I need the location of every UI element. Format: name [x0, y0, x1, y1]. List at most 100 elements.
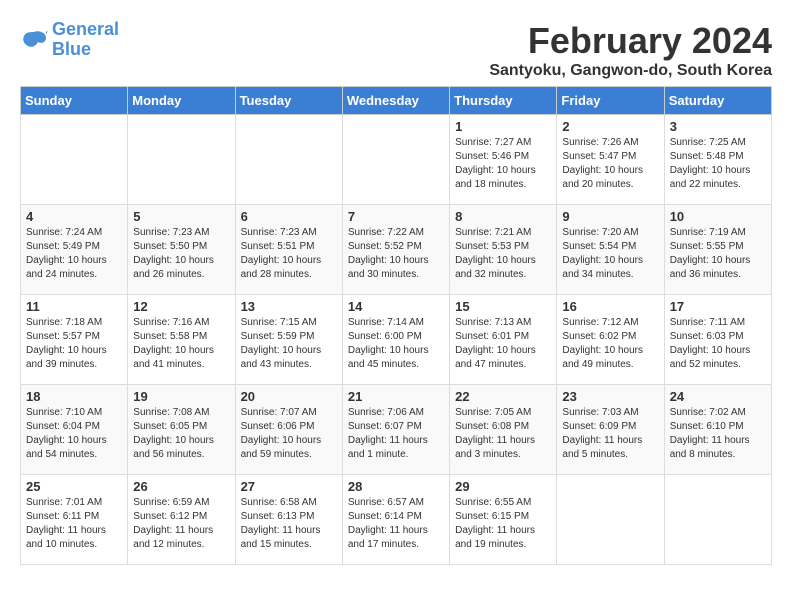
day-info: Sunrise: 7:20 AM Sunset: 5:54 PM Dayligh… [562, 226, 658, 282]
day-info: Sunrise: 7:14 AM Sunset: 6:00 PM Dayligh… [348, 316, 444, 372]
calendar-cell: 25 Sunrise: 7:01 AM Sunset: 6:11 PM Dayli… [21, 475, 128, 565]
day-number: 27 [241, 479, 337, 494]
header-day-wednesday: Wednesday [342, 87, 449, 115]
day-info: Sunrise: 7:15 AM Sunset: 5:59 PM Dayligh… [241, 316, 337, 372]
day-number: 9 [562, 209, 658, 224]
calendar-cell: 16Sunrise: 7:12 AM Sunset: 6:02 PM Dayli… [557, 295, 664, 385]
day-info: Sunrise: 7:02 AM Sunset: 6:10 PM Dayligh… [670, 406, 766, 462]
header-day-saturday: Saturday [664, 87, 771, 115]
header-row: SundayMondayTuesdayWednesdayThursdayFrid… [21, 87, 772, 115]
day-number: 4 [26, 209, 122, 224]
calendar-cell [664, 475, 771, 565]
day-info: Sunrise: 7:16 AM Sunset: 5:58 PM Dayligh… [133, 316, 229, 372]
calendar-cell: 9 Sunrise: 7:20 AM Sunset: 5:54 PM Daylig… [557, 205, 664, 295]
day-info: Sunrise: 7:10 AM Sunset: 6:04 PM Dayligh… [26, 406, 122, 462]
day-number: 24 [670, 389, 766, 404]
day-info: Sunrise: 7:11 AM Sunset: 6:03 PM Dayligh… [670, 316, 766, 372]
day-number: 6 [241, 209, 337, 224]
logo: General Blue [20, 20, 119, 60]
week-row-2: 11Sunrise: 7:18 AM Sunset: 5:57 PM Dayli… [21, 295, 772, 385]
day-info: Sunrise: 7:08 AM Sunset: 6:05 PM Dayligh… [133, 406, 229, 462]
calendar-cell [557, 475, 664, 565]
day-number: 14 [348, 299, 444, 314]
calendar-cell: 14 Sunrise: 7:14 AM Sunset: 6:00 PM Dayli… [342, 295, 449, 385]
day-number: 7 [348, 209, 444, 224]
header-day-friday: Friday [557, 87, 664, 115]
calendar-cell: 23 Sunrise: 7:03 AM Sunset: 6:09 PM Dayli… [557, 385, 664, 475]
calendar-cell: 4 Sunrise: 7:24 AM Sunset: 5:49 PM Daylig… [21, 205, 128, 295]
calendar-cell: 6 Sunrise: 7:23 AM Sunset: 5:51 PM Daylig… [235, 205, 342, 295]
day-info: Sunrise: 7:05 AM Sunset: 6:08 PM Dayligh… [455, 406, 551, 462]
week-row-0: 1 Sunrise: 7:27 AM Sunset: 5:46 PM Daylig… [21, 115, 772, 205]
week-row-4: 25 Sunrise: 7:01 AM Sunset: 6:11 PM Dayli… [21, 475, 772, 565]
calendar-cell: 15Sunrise: 7:13 AM Sunset: 6:01 PM Dayli… [450, 295, 557, 385]
calendar-cell: 12Sunrise: 7:16 AM Sunset: 5:58 PM Dayli… [128, 295, 235, 385]
day-number: 19 [133, 389, 229, 404]
logo-text: General Blue [52, 20, 119, 60]
header-day-thursday: Thursday [450, 87, 557, 115]
day-info: Sunrise: 7:24 AM Sunset: 5:49 PM Dayligh… [26, 226, 122, 282]
calendar-cell: 3 Sunrise: 7:25 AM Sunset: 5:48 PM Daylig… [664, 115, 771, 205]
day-info: Sunrise: 7:03 AM Sunset: 6:09 PM Dayligh… [562, 406, 658, 462]
header: General Blue February 2024 Santyoku, Gan… [20, 20, 772, 80]
day-info: Sunrise: 6:59 AM Sunset: 6:12 PM Dayligh… [133, 496, 229, 552]
calendar-cell: 26 Sunrise: 6:59 AM Sunset: 6:12 PM Dayli… [128, 475, 235, 565]
calendar-cell [342, 115, 449, 205]
calendar-body: 1 Sunrise: 7:27 AM Sunset: 5:46 PM Daylig… [21, 115, 772, 565]
header-day-sunday: Sunday [21, 87, 128, 115]
calendar-cell: 24 Sunrise: 7:02 AM Sunset: 6:10 PM Dayli… [664, 385, 771, 475]
header-day-tuesday: Tuesday [235, 87, 342, 115]
calendar-cell: 22 Sunrise: 7:05 AM Sunset: 6:08 PM Dayli… [450, 385, 557, 475]
day-info: Sunrise: 6:55 AM Sunset: 6:15 PM Dayligh… [455, 496, 551, 552]
calendar-cell: 8Sunrise: 7:21 AM Sunset: 5:53 PM Daylig… [450, 205, 557, 295]
day-info: Sunrise: 7:06 AM Sunset: 6:07 PM Dayligh… [348, 406, 444, 462]
header-day-monday: Monday [128, 87, 235, 115]
day-info: Sunrise: 7:13 AM Sunset: 6:01 PM Dayligh… [455, 316, 551, 372]
day-number: 5 [133, 209, 229, 224]
calendar-cell: 18 Sunrise: 7:10 AM Sunset: 6:04 PM Dayli… [21, 385, 128, 475]
calendar-cell: 17Sunrise: 7:11 AM Sunset: 6:03 PM Dayli… [664, 295, 771, 385]
calendar-cell: 21 Sunrise: 7:06 AM Sunset: 6:07 PM Dayli… [342, 385, 449, 475]
day-number: 2 [562, 119, 658, 134]
calendar-cell: 2 Sunrise: 7:26 AM Sunset: 5:47 PM Daylig… [557, 115, 664, 205]
calendar-cell: 20Sunrise: 7:07 AM Sunset: 6:06 PM Dayli… [235, 385, 342, 475]
day-info: Sunrise: 6:58 AM Sunset: 6:13 PM Dayligh… [241, 496, 337, 552]
subtitle: Santyoku, Gangwon-do, South Korea [489, 62, 772, 80]
day-number: 29 [455, 479, 551, 494]
calendar-cell: 19 Sunrise: 7:08 AM Sunset: 6:05 PM Dayli… [128, 385, 235, 475]
month-title: February 2024 [489, 20, 772, 62]
title-area: February 2024 Santyoku, Gangwon-do, Sout… [489, 20, 772, 80]
logo-icon [20, 28, 48, 52]
day-info: Sunrise: 7:25 AM Sunset: 5:48 PM Dayligh… [670, 136, 766, 192]
calendar-cell: 7 Sunrise: 7:22 AM Sunset: 5:52 PM Daylig… [342, 205, 449, 295]
day-info: Sunrise: 7:23 AM Sunset: 5:51 PM Dayligh… [241, 226, 337, 282]
day-number: 22 [455, 389, 551, 404]
week-row-3: 18 Sunrise: 7:10 AM Sunset: 6:04 PM Dayli… [21, 385, 772, 475]
calendar-cell [21, 115, 128, 205]
day-number: 11 [26, 299, 122, 314]
day-info: Sunrise: 7:19 AM Sunset: 5:55 PM Dayligh… [670, 226, 766, 282]
day-number: 10 [670, 209, 766, 224]
day-number: 18 [26, 389, 122, 404]
calendar-cell: 1 Sunrise: 7:27 AM Sunset: 5:46 PM Daylig… [450, 115, 557, 205]
calendar-cell: 11Sunrise: 7:18 AM Sunset: 5:57 PM Dayli… [21, 295, 128, 385]
day-info: Sunrise: 7:22 AM Sunset: 5:52 PM Dayligh… [348, 226, 444, 282]
day-number: 25 [26, 479, 122, 494]
day-info: Sunrise: 7:01 AM Sunset: 6:11 PM Dayligh… [26, 496, 122, 552]
day-number: 23 [562, 389, 658, 404]
day-number: 26 [133, 479, 229, 494]
day-number: 1 [455, 119, 551, 134]
day-info: Sunrise: 6:57 AM Sunset: 6:14 PM Dayligh… [348, 496, 444, 552]
day-info: Sunrise: 7:27 AM Sunset: 5:46 PM Dayligh… [455, 136, 551, 192]
day-number: 21 [348, 389, 444, 404]
calendar-cell: 27 Sunrise: 6:58 AM Sunset: 6:13 PM Dayli… [235, 475, 342, 565]
day-number: 3 [670, 119, 766, 134]
day-number: 28 [348, 479, 444, 494]
day-info: Sunrise: 7:23 AM Sunset: 5:50 PM Dayligh… [133, 226, 229, 282]
calendar-cell: 13Sunrise: 7:15 AM Sunset: 5:59 PM Dayli… [235, 295, 342, 385]
day-info: Sunrise: 7:12 AM Sunset: 6:02 PM Dayligh… [562, 316, 658, 372]
day-info: Sunrise: 7:26 AM Sunset: 5:47 PM Dayligh… [562, 136, 658, 192]
calendar-cell: 10 Sunrise: 7:19 AM Sunset: 5:55 PM Dayli… [664, 205, 771, 295]
day-number: 8 [455, 209, 551, 224]
calendar: SundayMondayTuesdayWednesdayThursdayFrid… [20, 86, 772, 565]
